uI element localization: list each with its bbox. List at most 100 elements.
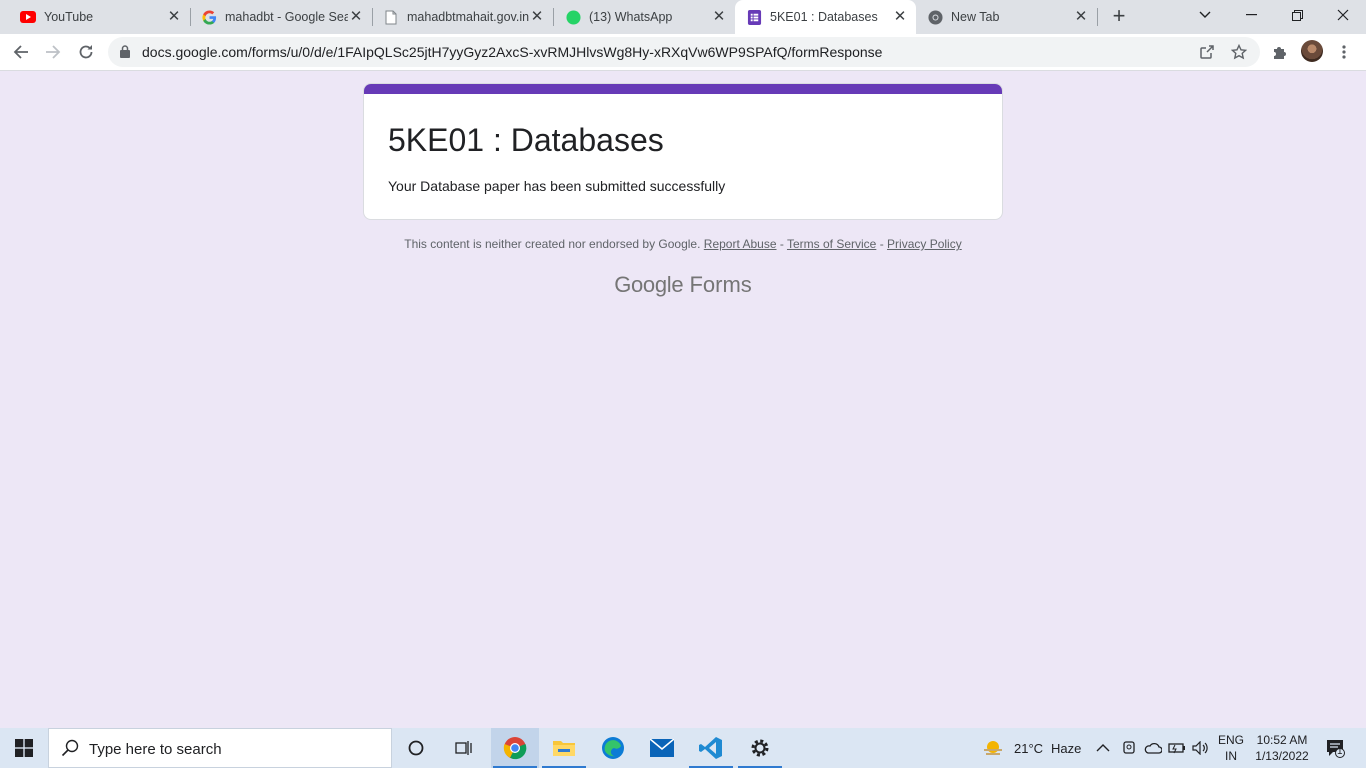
- cortana-button[interactable]: [392, 728, 440, 768]
- google-forms-icon: [746, 9, 762, 25]
- clock-date: 1/13/2022: [1255, 749, 1309, 763]
- cloud-icon: [1144, 742, 1162, 754]
- youtube-icon: [20, 9, 36, 25]
- taskbar-edge[interactable]: [589, 728, 637, 768]
- close-tab-icon[interactable]: ✕: [892, 9, 908, 25]
- webcam-icon: [1123, 741, 1135, 754]
- close-tab-icon[interactable]: ✕: [711, 9, 727, 25]
- browser-menu-button[interactable]: [1331, 39, 1357, 65]
- extensions-button[interactable]: [1267, 39, 1293, 65]
- minimize-button[interactable]: [1228, 0, 1274, 30]
- battery-button[interactable]: [1168, 728, 1186, 768]
- tab-separator: [1097, 8, 1098, 26]
- weather-widget[interactable]: 21°C Haze: [982, 728, 1081, 768]
- show-hidden-icons-button[interactable]: [1096, 728, 1110, 768]
- search-icon: [61, 739, 79, 762]
- report-abuse-link[interactable]: Report Abuse: [704, 237, 777, 251]
- tab-strip: YouTube ✕ mahadbt - Google Sea ✕ mahadbt…: [0, 0, 1366, 34]
- taskbar-file-explorer[interactable]: [540, 728, 588, 768]
- logo-forms-text: Forms: [689, 272, 752, 297]
- close-tab-icon[interactable]: ✕: [166, 9, 182, 25]
- taskbar-mail[interactable]: [638, 728, 686, 768]
- speaker-icon: [1192, 741, 1208, 755]
- arrow-right-icon: [46, 45, 61, 59]
- chrome-icon: [503, 737, 527, 760]
- arrow-left-icon: [13, 45, 28, 59]
- notification-count: 1: [1337, 746, 1343, 757]
- mail-icon: [650, 739, 674, 757]
- weather-condition: Haze: [1051, 740, 1082, 756]
- windows-logo-icon: [15, 739, 33, 757]
- onedrive-button[interactable]: [1144, 728, 1162, 768]
- form-response-card: 5KE01 : Databases Your Database paper ha…: [363, 83, 1003, 220]
- address-bar[interactable]: docs.google.com/forms/u/0/d/e/1FAIpQLSc2…: [108, 37, 1260, 67]
- tab-title: 5KE01 : Databases: [770, 10, 878, 24]
- forward-button[interactable]: [40, 39, 66, 65]
- terms-of-service-link[interactable]: Terms of Service: [787, 237, 876, 251]
- action-center-button[interactable]: 1: [1322, 728, 1348, 768]
- chrome-icon: [927, 9, 943, 25]
- tab-title: mahadbtmahait.gov.in: [407, 10, 529, 24]
- task-view-button[interactable]: [440, 728, 488, 768]
- tab-google-search[interactable]: mahadbt - Google Sea ✕: [181, 0, 372, 34]
- close-tab-icon[interactable]: ✕: [348, 9, 364, 25]
- lock-icon: [120, 45, 130, 63]
- google-icon: [201, 9, 217, 25]
- taskbar-chrome[interactable]: [491, 728, 539, 768]
- chevron-up-icon: [1096, 744, 1110, 752]
- tab-whatsapp[interactable]: (13) WhatsApp ✕: [545, 0, 735, 34]
- minimize-icon: [1245, 14, 1257, 16]
- google-forms-logo[interactable]: Google Forms: [363, 272, 1003, 298]
- privacy-policy-link[interactable]: Privacy Policy: [887, 237, 962, 251]
- close-tab-icon[interactable]: ✕: [1073, 9, 1089, 25]
- language-region: IN: [1225, 749, 1237, 763]
- clock[interactable]: 10:52 AM 1/13/2022: [1252, 728, 1312, 768]
- close-window-button[interactable]: [1320, 0, 1366, 30]
- close-icon: [1337, 9, 1349, 21]
- chevron-down-icon: [1199, 11, 1211, 18]
- edge-icon: [602, 737, 624, 759]
- windows-taskbar: 21°C Haze ENG IN 10:52 AM 1/13/2022 1: [0, 728, 1366, 768]
- start-button[interactable]: [0, 728, 48, 768]
- close-tab-icon[interactable]: ✕: [529, 9, 545, 25]
- tab-new-tab[interactable]: New Tab ✕: [916, 0, 1097, 34]
- weather-temp: 21°C: [1014, 740, 1044, 756]
- taskbar-settings[interactable]: [736, 728, 784, 768]
- kebab-menu-icon: [1342, 45, 1346, 59]
- meet-now-button[interactable]: [1121, 728, 1137, 768]
- tab-forms-databases[interactable]: 5KE01 : Databases ✕: [735, 0, 916, 34]
- taskbar-vscode[interactable]: [687, 728, 735, 768]
- url-text: docs.google.com/forms/u/0/d/e/1FAIpQLSc2…: [142, 44, 883, 60]
- card-accent-bar: [364, 84, 1002, 94]
- clock-time: 10:52 AM: [1256, 733, 1308, 747]
- back-button[interactable]: [8, 39, 34, 65]
- tab-youtube[interactable]: YouTube ✕: [0, 0, 190, 34]
- new-tab-button[interactable]: +: [1109, 5, 1129, 27]
- tab-mahadbt[interactable]: mahadbtmahait.gov.in ✕: [363, 0, 553, 34]
- cortana-circle-icon: [408, 740, 424, 756]
- gear-icon: [751, 739, 769, 757]
- profile-avatar[interactable]: [1301, 40, 1323, 62]
- confirmation-message: Your Database paper has been submitted s…: [388, 178, 726, 194]
- document-icon: [383, 9, 399, 25]
- logo-google-text: Google: [614, 272, 684, 297]
- reload-button[interactable]: [73, 39, 99, 65]
- disclaimer-text: This content is neither created nor endo…: [404, 237, 701, 251]
- tab-title: New Tab: [951, 10, 1000, 24]
- bookmark-star-icon[interactable]: [1230, 43, 1248, 61]
- restore-icon: [1291, 9, 1303, 21]
- restore-button[interactable]: [1274, 0, 1320, 30]
- search-input[interactable]: [89, 738, 379, 760]
- share-icon[interactable]: [1198, 43, 1216, 61]
- tab-search-button[interactable]: [1182, 0, 1228, 30]
- language-code: ENG: [1217, 733, 1244, 747]
- volume-button[interactable]: [1192, 728, 1208, 768]
- taskbar-search-box[interactable]: [48, 728, 392, 768]
- weather-haze-icon: [984, 741, 1002, 755]
- battery-plug-icon: [1168, 743, 1185, 754]
- puzzle-icon: [1274, 47, 1286, 59]
- footer-separator: -: [779, 237, 784, 251]
- browser-toolbar: docs.google.com/forms/u/0/d/e/1FAIpQLSc2…: [0, 34, 1366, 71]
- language-indicator[interactable]: ENG IN: [1216, 728, 1246, 768]
- footer-separator: -: [879, 237, 884, 251]
